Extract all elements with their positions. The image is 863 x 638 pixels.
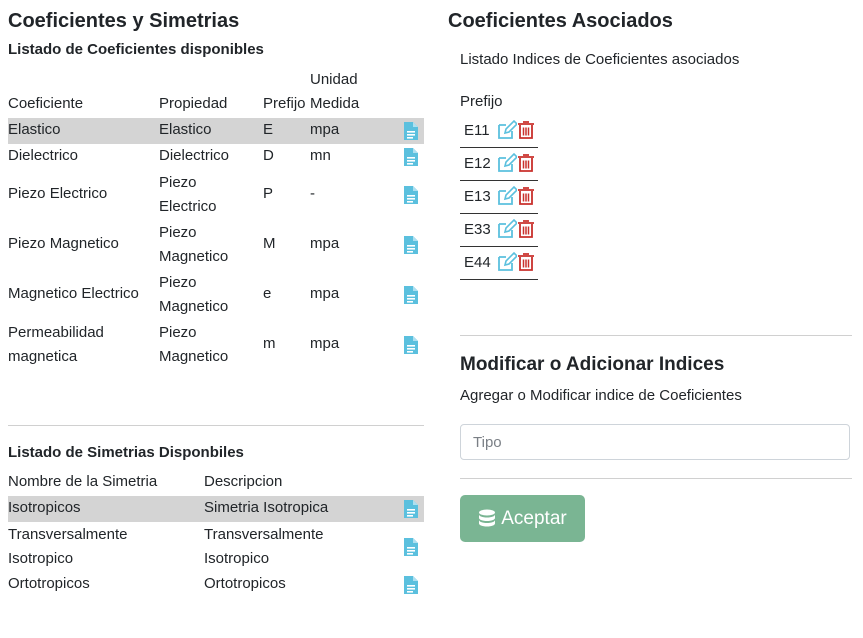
cell-prefijo: e <box>263 285 272 302</box>
tipo-input[interactable] <box>460 424 850 460</box>
trash-icon[interactable] <box>517 252 535 272</box>
cell-nombre-simetria: Ortotropicos <box>8 575 90 592</box>
document-icon[interactable] <box>403 147 419 167</box>
cell-unidad: - <box>310 185 315 202</box>
coef-asociados-subtitle: Listado Indices de Coeficientes asociado… <box>460 51 740 68</box>
cell-coeficiente: Dielectrico <box>8 147 79 164</box>
trash-icon[interactable] <box>517 120 535 140</box>
cell-nombre-simetria: Transversalmente <box>8 526 128 543</box>
header-medida: Medida <box>310 95 360 112</box>
cell-unidad: mpa <box>310 335 340 352</box>
document-icon[interactable] <box>403 575 419 595</box>
prefijo-label: E11 <box>464 122 490 139</box>
cell-propiedad: Piezo <box>159 274 197 291</box>
page-title: Coeficientes y Simetrias <box>8 10 240 32</box>
section-divider <box>8 425 424 426</box>
cell-unidad: mpa <box>310 285 340 302</box>
cell-coeficiente: Elastico <box>8 121 61 138</box>
form-subtitle: Agregar o Modificar indice de Coeficient… <box>460 387 742 404</box>
document-icon[interactable] <box>403 235 419 255</box>
cell-prefijo: m <box>263 335 276 352</box>
trash-icon[interactable] <box>517 186 535 206</box>
header-coeficiente: Coeficiente <box>8 95 84 112</box>
edit-icon[interactable] <box>497 251 519 272</box>
cell-propiedad: Elastico <box>159 121 212 138</box>
header-unidad: Unidad <box>310 71 358 88</box>
list-item: E12 <box>460 148 538 181</box>
list-item: E13 <box>460 181 538 214</box>
cell-prefijo: M <box>263 235 276 252</box>
list-item: E11 <box>460 115 538 148</box>
cell-unidad: mpa <box>310 121 340 138</box>
document-icon[interactable] <box>403 285 419 305</box>
cell-propiedad: Dielectrico <box>159 147 230 164</box>
cell-nombre-simetria: Isotropico <box>8 550 74 567</box>
cell-coeficiente: Magnetico Electrico <box>8 285 139 302</box>
document-icon[interactable] <box>403 537 419 557</box>
header-prefijo-asociado: Prefijo <box>460 93 503 110</box>
cell-propiedad: Piezo <box>159 174 197 191</box>
cell-prefijo: D <box>263 147 274 164</box>
edit-icon[interactable] <box>497 119 519 140</box>
database-icon <box>478 509 496 529</box>
cell-coeficiente: Piezo Magnetico <box>8 235 119 252</box>
cell-coeficiente: magnetica <box>8 348 78 365</box>
list-item: E44 <box>460 247 538 280</box>
cell-prefijo: P <box>263 185 274 202</box>
cell-descripcion: Ortotropicos <box>204 575 286 592</box>
accept-button[interactable]: Aceptar <box>460 495 585 542</box>
accept-button-label: Aceptar <box>501 507 567 529</box>
document-icon[interactable] <box>403 185 419 205</box>
cell-propiedad: Electrico <box>159 198 217 215</box>
cell-prefijo: E <box>263 121 274 138</box>
section-divider <box>460 335 852 336</box>
list-item: E33 <box>460 214 538 247</box>
sim-list-title: Listado de Simetrias Disponbiles <box>8 444 244 461</box>
trash-icon[interactable] <box>517 153 535 173</box>
cell-propiedad: Piezo <box>159 224 197 241</box>
edit-icon[interactable] <box>497 218 519 239</box>
header-prefijo: Prefijo <box>263 95 306 112</box>
header-descripcion: Descripcion <box>204 473 283 490</box>
document-icon[interactable] <box>403 499 419 519</box>
cell-descripcion: Transversalmente <box>204 526 324 543</box>
coef-list-title: Listado de Coeficientes disponibles <box>8 41 264 58</box>
coef-asociados-title: Coeficientes Asociados <box>448 10 673 32</box>
cell-nombre-simetria: Isotropicos <box>8 499 81 516</box>
trash-icon[interactable] <box>517 219 535 239</box>
document-icon[interactable] <box>403 121 419 141</box>
edit-icon[interactable] <box>497 152 519 173</box>
prefijo-label: E44 <box>464 254 491 271</box>
cell-descripcion: Simetria Isotropica <box>204 499 329 516</box>
cell-propiedad: Magnetico <box>159 248 229 265</box>
table-row[interactable] <box>8 118 424 144</box>
header-nombre-simetria: Nombre de la Simetria <box>8 473 158 490</box>
prefijo-label: E33 <box>464 221 491 238</box>
cell-unidad: mn <box>310 147 331 164</box>
cell-unidad: mpa <box>310 235 340 252</box>
cell-propiedad: Magnetico <box>159 348 229 365</box>
form-divider <box>460 478 852 479</box>
cell-coeficiente: Permeabilidad <box>8 324 104 341</box>
cell-propiedad: Magnetico <box>159 298 229 315</box>
prefijo-label: E13 <box>464 188 491 205</box>
cell-descripcion: Isotropico <box>204 550 270 567</box>
form-title: Modificar o Adicionar Indices <box>460 354 725 375</box>
cell-coeficiente: Piezo Electrico <box>8 185 108 202</box>
cell-propiedad: Piezo <box>159 324 197 341</box>
edit-icon[interactable] <box>497 185 519 206</box>
prefijo-label: E12 <box>464 155 491 172</box>
document-icon[interactable] <box>403 335 419 355</box>
header-propiedad: Propiedad <box>159 95 228 112</box>
